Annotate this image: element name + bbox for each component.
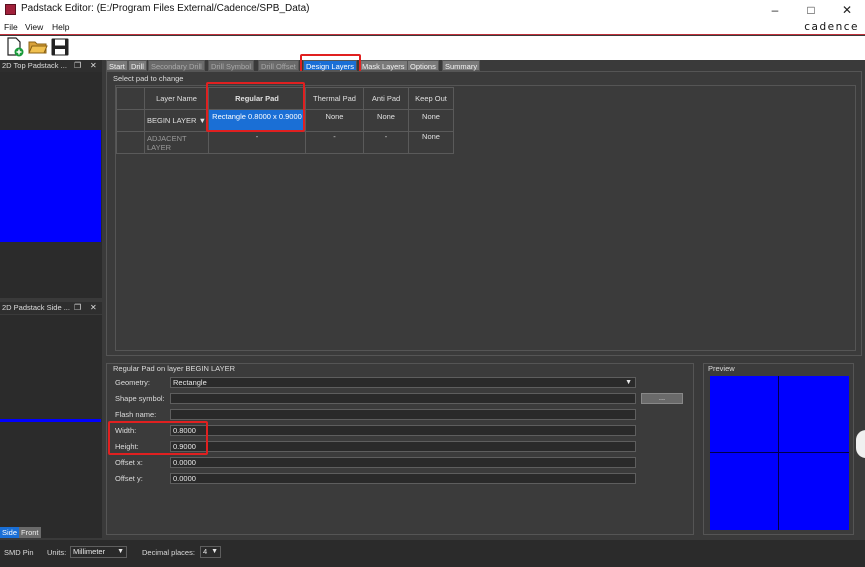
window-title: Padstack Editor: (E:/Program Files Exter… — [21, 3, 310, 14]
flash-name-field[interactable] — [170, 409, 636, 420]
tab-drill-offset[interactable]: Drill Offset — [258, 60, 299, 71]
menu-bar: File View Help cadence — [0, 19, 865, 35]
pad-properties-title: Regular Pad on layer BEGIN LAYER — [113, 364, 236, 373]
status-bar: SMD Pin Units: Millimeter ▼ Decimal plac… — [0, 540, 865, 567]
dropdown-arrow-icon: ▼ — [211, 548, 218, 555]
float-icon[interactable]: ❐ — [74, 60, 81, 72]
highlight-width-height — [108, 421, 208, 455]
decimal-places-label: Decimal places: — [142, 548, 195, 557]
browse-button[interactable]: ... — [641, 393, 683, 404]
menu-help[interactable]: Help — [52, 22, 69, 32]
anti-pad-cell[interactable]: - — [363, 131, 409, 154]
offset-x-field[interactable]: 0.0000 — [170, 457, 636, 468]
tab-side[interactable]: Side — [0, 527, 20, 538]
new-file-icon[interactable] — [5, 37, 25, 57]
shape-symbol-label: Shape symbol: — [115, 394, 165, 403]
thermal-pad-cell[interactable]: None — [305, 109, 364, 132]
top-view-dock-header: 2D Top Padstack ... ❐ ✕ — [0, 60, 102, 72]
preview-crosshair-v — [778, 376, 779, 530]
col-layer-name: Layer Name — [144, 87, 209, 110]
toolbar — [0, 36, 865, 60]
keep-out-cell[interactable]: None — [408, 109, 454, 132]
thermal-pad-cell[interactable]: - — [305, 131, 364, 154]
title-bar: Padstack Editor: (E:/Program Files Exter… — [0, 0, 865, 19]
cadence-logo: cadence — [804, 21, 859, 33]
tab-secondary-drill[interactable]: Secondary Drill — [148, 60, 205, 71]
dropdown-arrow-icon: ▼ — [117, 548, 124, 555]
units-select[interactable]: Millimeter ▼ — [70, 546, 127, 558]
preview-label: Preview — [708, 364, 735, 373]
float-icon[interactable]: ❐ — [74, 302, 81, 314]
top-view-dock-title: 2D Top Padstack ... — [2, 61, 67, 70]
shape-symbol-field[interactable] — [170, 393, 636, 404]
keep-out-cell[interactable]: None — [408, 131, 454, 154]
menu-file[interactable]: File — [4, 22, 18, 32]
pad-top-view — [0, 130, 101, 242]
offset-y-label: Offset y: — [115, 474, 143, 483]
col-thermal-pad: Thermal Pad — [305, 87, 364, 110]
units-label: Units: — [47, 548, 67, 557]
app-icon — [5, 4, 16, 15]
open-folder-icon[interactable] — [28, 37, 48, 57]
select-pad-label: Select pad to change — [113, 74, 184, 83]
side-view-canvas — [0, 315, 102, 526]
close-icon[interactable]: ✕ — [90, 60, 97, 72]
top-view-canvas — [0, 72, 102, 298]
preview-pad — [710, 376, 849, 530]
side-view-dock-title: 2D Padstack Side ... — [2, 303, 70, 312]
flash-name-label: Flash name: — [115, 410, 157, 419]
close-button[interactable]: ✕ — [829, 0, 865, 19]
col-anti-pad: Anti Pad — [363, 87, 409, 110]
tab-options[interactable]: Options — [407, 60, 439, 71]
tab-drill[interactable]: Drill — [128, 60, 147, 71]
anti-pad-cell[interactable]: None — [363, 109, 409, 132]
save-icon[interactable] — [50, 37, 70, 57]
height-field[interactable]: 0.9000 — [170, 441, 636, 452]
col-keep-out: Keep Out — [408, 87, 454, 110]
dropdown-arrow-icon: ▼ — [625, 379, 632, 386]
minimize-button[interactable]: – — [757, 0, 793, 19]
offset-y-field[interactable]: 0.0000 — [170, 473, 636, 484]
view-tabs: Side Front — [0, 526, 102, 538]
menu-view[interactable]: View — [25, 22, 43, 32]
preview-crosshair-h — [710, 452, 849, 453]
width-field[interactable]: 0.8000 — [170, 425, 636, 436]
dropdown-arrow-icon[interactable]: ▼ — [199, 116, 206, 125]
highlight-regular-pad — [206, 82, 305, 132]
side-view-dock-header: 2D Padstack Side ... ❐ ✕ — [0, 302, 102, 314]
layer-name-cell[interactable]: ADJACENT LAYER — [144, 131, 209, 154]
tab-mask-layers[interactable]: Mask Layers — [359, 60, 408, 71]
layer-name-cell[interactable]: BEGIN LAYER ▼ — [144, 109, 209, 132]
offset-x-label: Offset x: — [115, 458, 143, 467]
preview-panel: Preview — [703, 363, 854, 535]
tab-front[interactable]: Front — [19, 527, 41, 538]
geometry-select[interactable]: Rectangle ▼ — [170, 377, 636, 388]
tab-start[interactable]: Start — [106, 60, 128, 71]
regular-pad-cell[interactable]: - — [208, 131, 306, 154]
table-row[interactable]: ADJACENT LAYER - - - None — [116, 131, 454, 154]
close-icon[interactable]: ✕ — [90, 302, 97, 314]
pad-side-view — [0, 419, 101, 422]
tab-drill-symbol[interactable]: Drill Symbol — [208, 60, 255, 71]
geometry-label: Geometry: — [115, 378, 151, 387]
pin-type: SMD Pin — [4, 548, 34, 557]
side-handle[interactable] — [856, 430, 865, 458]
maximize-button[interactable]: □ — [793, 0, 829, 19]
tab-summary[interactable]: Summary — [442, 60, 481, 71]
decimal-places-select[interactable]: 4 ▼ — [200, 546, 221, 558]
